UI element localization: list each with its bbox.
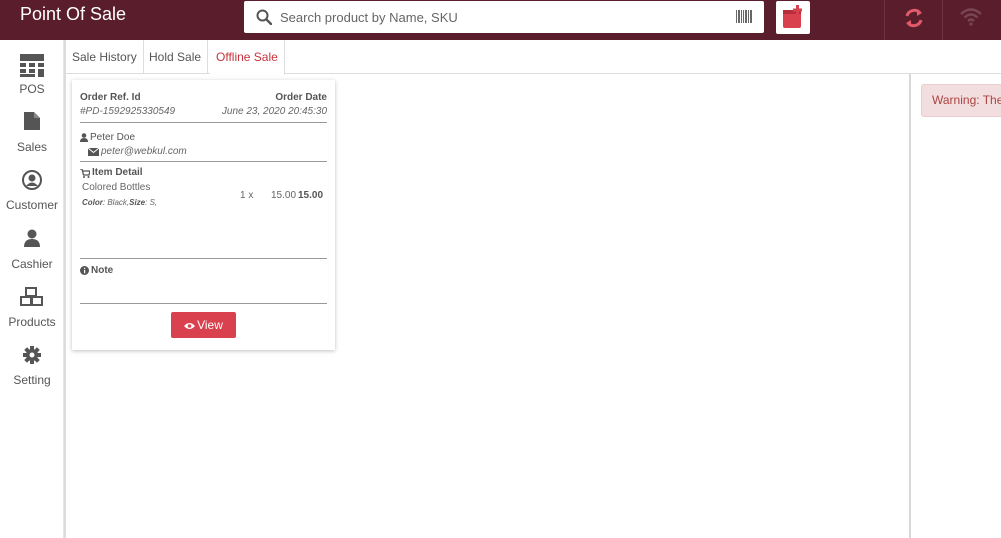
tab-offline-sale[interactable]: Offline Sale <box>210 40 285 75</box>
attr-color-value: : Black, <box>102 198 130 207</box>
item-attributes: Color: Black,Size: S, <box>82 198 157 207</box>
eye-icon <box>184 323 196 329</box>
sidebar-item-label: Cashier <box>11 257 53 271</box>
item-qty: 1 x <box>240 190 254 201</box>
sidebar-item-cashier[interactable]: Cashier <box>0 229 64 279</box>
search-input[interactable] <box>280 7 720 27</box>
cubes-icon <box>20 287 43 306</box>
tab-hold-sale[interactable]: Hold Sale <box>143 40 209 74</box>
order-ref-label: Order Ref. Id <box>80 92 141 103</box>
order-date-label: Order Date <box>275 92 327 103</box>
sidebar-item-pos[interactable]: POS <box>0 53 64 103</box>
info-icon <box>80 266 89 275</box>
divider <box>80 303 327 304</box>
divider <box>80 161 327 162</box>
view-button-label: View <box>197 318 223 332</box>
envelope-icon <box>88 148 99 156</box>
user-icon <box>80 133 88 142</box>
order-card: Order Ref. Id Order Date #PD-15929253305… <box>72 80 335 350</box>
user-circle-icon <box>22 170 42 190</box>
note-label: Note <box>91 265 114 276</box>
user-icon <box>24 229 40 247</box>
attr-size-value: : S, <box>145 198 158 207</box>
tab-bar: Sale History Hold Sale Offline Sale <box>66 40 1001 75</box>
sync-icon[interactable] <box>903 7 925 29</box>
customer-name: Peter Doe <box>90 132 136 143</box>
header-divider <box>942 0 943 40</box>
add-icon <box>783 5 802 28</box>
header-divider <box>884 0 885 40</box>
add-customer-button[interactable] <box>776 1 810 34</box>
warning-alert: Warning: There <box>921 84 1001 117</box>
sidebar-item-label: Products <box>8 315 56 329</box>
search-bar[interactable] <box>244 1 764 33</box>
sidebar-item-setting[interactable]: Setting <box>0 346 64 396</box>
cart-icon <box>80 169 90 178</box>
attr-color-label: Color <box>82 198 103 207</box>
item-unit-price: 15.00 <box>271 190 297 201</box>
top-bar: Point Of Sale <box>0 0 1001 40</box>
item-detail-label: Item Detail <box>92 167 143 178</box>
order-date-value: June 23, 2020 20:45:30 <box>221 106 327 117</box>
customer-email: peter@webkul.com <box>101 146 187 157</box>
sidebar-item-customer[interactable]: Customer <box>0 170 64 220</box>
attr-size-label: Size <box>129 198 146 207</box>
app-title: Point Of Sale <box>20 4 127 24</box>
tab-sale-history[interactable]: Sale History <box>66 40 144 74</box>
gear-icon <box>23 346 41 364</box>
sidebar-divider <box>64 40 66 538</box>
sidebar: POS Sales Customer Cashier Products Sett… <box>0 40 64 538</box>
sidebar-item-sales[interactable]: Sales <box>0 112 64 162</box>
item-name: Colored Bottles <box>82 182 151 193</box>
file-icon <box>24 112 40 130</box>
sidebar-item-products[interactable]: Products <box>0 287 64 337</box>
divider <box>80 122 327 123</box>
sidebar-item-label: POS <box>19 82 45 96</box>
order-ref-value: #PD-1592925330549 <box>80 106 176 117</box>
calculator-icon <box>20 54 44 77</box>
wifi-icon <box>960 8 982 26</box>
divider <box>80 258 327 259</box>
sidebar-item-label: Sales <box>16 140 48 154</box>
view-order-button[interactable]: View <box>171 312 236 338</box>
right-panel: Warning: There <box>909 74 1001 538</box>
sidebar-item-label: Customer <box>5 198 58 212</box>
barcode-icon[interactable] <box>736 10 752 23</box>
search-icon <box>256 9 272 25</box>
item-line-total: 15.00 <box>298 190 324 201</box>
sidebar-item-label: Setting <box>13 373 51 387</box>
